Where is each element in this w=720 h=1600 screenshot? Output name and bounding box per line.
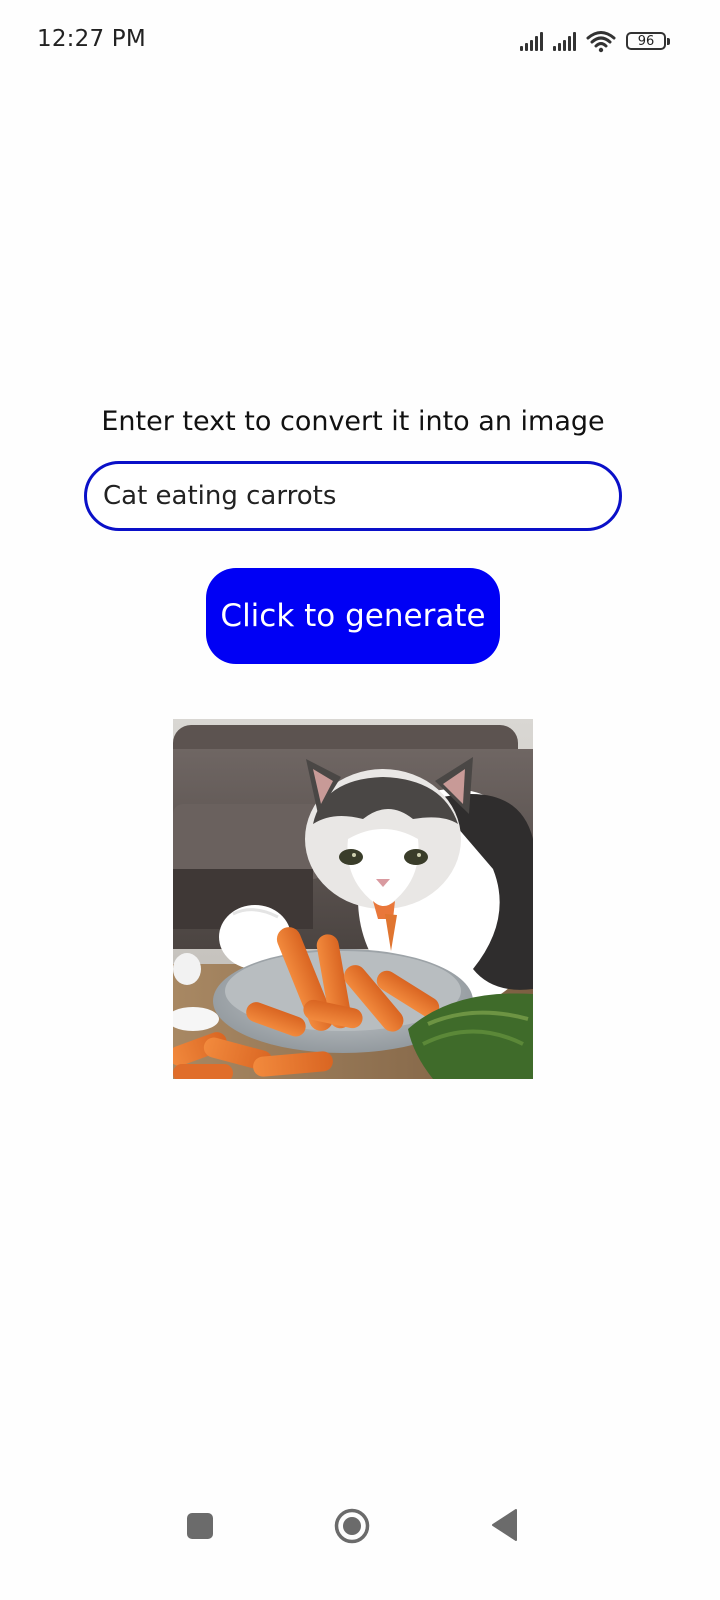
battery-icon: 96 [626, 32, 670, 50]
nav-bar [0, 1490, 720, 1562]
prompt-input[interactable] [84, 461, 622, 531]
wifi-icon [586, 31, 616, 53]
back-icon[interactable] [490, 1508, 518, 1542]
app-screen: 12:27 PM 96 Enter text to convert it int… [0, 0, 720, 1600]
signal-icon [553, 31, 576, 51]
battery-level: 96 [637, 33, 655, 49]
cat-eating-carrots-image [173, 719, 533, 1079]
status-bar: 12:27 PM 96 [0, 0, 720, 80]
home-icon[interactable] [334, 1508, 370, 1544]
prompt-label: Enter text to convert it into an image [101, 406, 605, 437]
status-time: 12:27 PM [37, 26, 146, 52]
generated-image [173, 719, 533, 1079]
signal-icon [520, 31, 543, 51]
recents-icon[interactable] [187, 1513, 213, 1539]
status-icons: 96 [520, 28, 670, 54]
generate-button[interactable]: Click to generate [206, 568, 500, 664]
